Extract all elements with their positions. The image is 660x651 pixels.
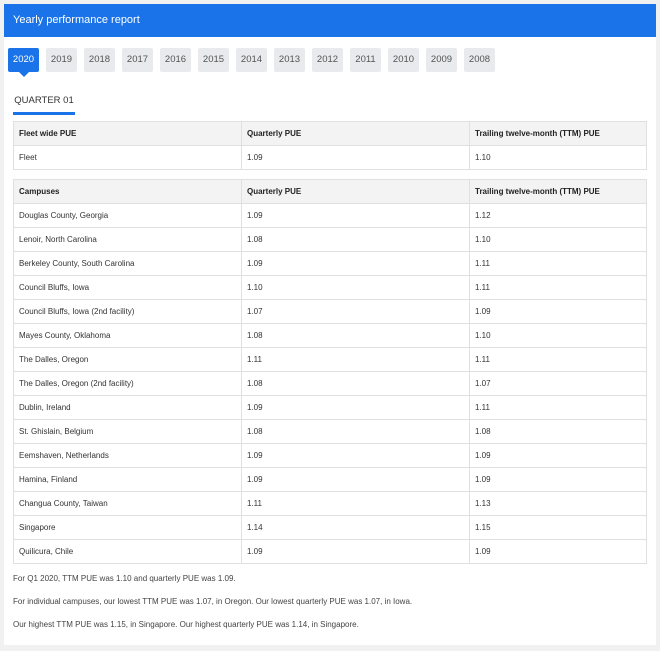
- table-cell: Dublin, Ireland: [13, 395, 242, 420]
- table-cell: 1.11: [469, 251, 647, 276]
- table-cell: The Dalles, Oregon: [13, 347, 242, 372]
- tab-year-2014[interactable]: 2014: [236, 48, 267, 72]
- tab-year-2009[interactable]: 2009: [426, 48, 457, 72]
- campus-table: Campuses Quarterly PUE Trailing twelve-mon…: [13, 179, 647, 564]
- tab-year-2018[interactable]: 2018: [84, 48, 115, 72]
- table-cell: 1.09: [469, 443, 647, 468]
- table-cell: Eemshaven, Netherlands: [13, 443, 242, 468]
- summary-note: For Q1 2020, TTM PUE was 1.10 and quarte…: [13, 574, 236, 583]
- table-cell: 1.07: [469, 371, 647, 396]
- column-header: Trailing twelve-month (TTM) PUE: [469, 179, 647, 204]
- table-cell: Quilicura, Chile: [13, 539, 242, 564]
- table-cell: 1.09: [241, 443, 470, 468]
- page-title: Yearly performance report: [4, 4, 656, 37]
- table-cell: 1.09: [241, 467, 470, 492]
- table-row: Berkeley County, South Carolina 1.09 1.11: [13, 251, 647, 276]
- table-row: Douglas County, Georgia 1.09 1.12: [13, 203, 647, 228]
- table-cell: 1.10: [469, 145, 647, 170]
- table-cell: 1.11: [241, 347, 470, 372]
- table-cell: 1.14: [241, 515, 470, 540]
- table-cell: 1.10: [469, 323, 647, 348]
- table-cell: 1.09: [469, 539, 647, 564]
- tab-quarter-01[interactable]: QUARTER 01: [13, 92, 75, 115]
- table-cell: 1.11: [241, 491, 470, 516]
- table-row: Changua County, Taiwan 1.11 1.13: [13, 491, 647, 516]
- fleet-table: Fleet wide PUE Quarterly PUE Trailing twel…: [13, 121, 647, 170]
- tab-year-2012[interactable]: 2012: [312, 48, 343, 72]
- table-cell: 1.08: [469, 419, 647, 444]
- table-cell: 1.13: [469, 491, 647, 516]
- table-cell: St. Ghislain, Belgium: [13, 419, 242, 444]
- table-cell: 1.08: [241, 323, 470, 348]
- table-cell: Lenoir, North Carolina: [13, 227, 242, 252]
- table-cell: 1.11: [469, 395, 647, 420]
- table-row: Council Bluffs, Iowa 1.10 1.11: [13, 275, 647, 300]
- table-cell: 1.08: [241, 371, 470, 396]
- tab-year-2013[interactable]: 2013: [274, 48, 305, 72]
- table-cell: 1.11: [469, 275, 647, 300]
- table-cell: Council Bluffs, Iowa (2nd facility): [13, 299, 242, 324]
- table-cell: 1.10: [241, 275, 470, 300]
- table-cell: Singapore: [13, 515, 242, 540]
- table-row: The Dalles, Oregon 1.11 1.11: [13, 347, 647, 372]
- table-cell: 1.09: [241, 395, 470, 420]
- tab-year-2010[interactable]: 2010: [388, 48, 419, 72]
- report-card: Yearly performance report 2020 2019 2018 20…: [4, 4, 656, 645]
- table-row: Lenoir, North Carolina 1.08 1.10: [13, 227, 647, 252]
- table-cell: 1.07: [241, 299, 470, 324]
- table-row: The Dalles, Oregon (2nd facility) 1.08 1.0…: [13, 371, 647, 396]
- table-cell: 1.08: [241, 227, 470, 252]
- tab-year-2008[interactable]: 2008: [464, 48, 495, 72]
- summary-notes: For Q1 2020, TTM PUE was 1.10 and quarte…: [13, 574, 412, 643]
- summary-note: For individual campuses, our lowest TTM …: [13, 597, 413, 606]
- table-row: Hamina, Finland 1.09 1.09: [13, 467, 647, 492]
- table-cell: Douglas County, Georgia: [13, 203, 242, 228]
- table-row: Dublin, Ireland 1.09 1.11: [13, 395, 647, 420]
- table-cell: 1.09: [469, 299, 647, 324]
- table-row: Council Bluffs, Iowa (2nd facility) 1.07 1…: [13, 299, 647, 324]
- table-cell: Fleet: [13, 145, 242, 170]
- table-row: Fleet 1.09 1.10: [13, 145, 647, 170]
- tab-year-2015[interactable]: 2015: [198, 48, 229, 72]
- table-cell: 1.11: [469, 347, 647, 372]
- table-cell: The Dalles, Oregon (2nd facility): [13, 371, 242, 396]
- table-header-row: Campuses Quarterly PUE Trailing twelve-mon…: [13, 179, 647, 204]
- table-cell: Mayes County, Oklahoma: [13, 323, 242, 348]
- table-cell: 1.12: [469, 203, 647, 228]
- column-header: Campuses: [13, 179, 242, 204]
- table-cell: Hamina, Finland: [13, 467, 242, 492]
- column-header: Fleet wide PUE: [13, 121, 242, 146]
- column-header: Quarterly PUE: [241, 121, 470, 146]
- table-cell: 1.09: [469, 467, 647, 492]
- table-cell: 1.15: [469, 515, 647, 540]
- tab-year-2017[interactable]: 2017: [122, 48, 153, 72]
- table-cell: Council Bluffs, Iowa: [13, 275, 242, 300]
- table-row: Quilicura, Chile 1.09 1.09: [13, 539, 647, 564]
- table-cell: 1.09: [241, 145, 470, 170]
- year-tabs: 2020 2019 2018 2017 2016 2015 2014 2013 2012 2011…: [8, 48, 495, 77]
- tab-year-2019[interactable]: 2019: [46, 48, 77, 72]
- table-header-row: Fleet wide PUE Quarterly PUE Trailing twel…: [13, 121, 647, 146]
- tab-year-2011[interactable]: 2011: [350, 48, 381, 72]
- table-cell: 1.08: [241, 419, 470, 444]
- table-cell: 1.09: [241, 539, 470, 564]
- table-cell: 1.09: [241, 251, 470, 276]
- table-cell: Berkeley County, South Carolina: [13, 251, 242, 276]
- tab-year-2016[interactable]: 2016: [160, 48, 191, 72]
- summary-note: Our highest TTM PUE was 1.15, in Singapo…: [13, 620, 359, 629]
- tab-year-2020[interactable]: 2020: [8, 48, 39, 77]
- table-row: Singapore 1.14 1.15: [13, 515, 647, 540]
- table-cell: 1.09: [241, 203, 470, 228]
- table-row: Mayes County, Oklahoma 1.08 1.10: [13, 323, 647, 348]
- table-cell: Changua County, Taiwan: [13, 491, 242, 516]
- table-row: Eemshaven, Netherlands 1.09 1.09: [13, 443, 647, 468]
- column-header: Trailing twelve-month (TTM) PUE: [469, 121, 647, 146]
- column-header: Quarterly PUE: [241, 179, 470, 204]
- table-cell: 1.10: [469, 227, 647, 252]
- table-row: St. Ghislain, Belgium 1.08 1.08: [13, 419, 647, 444]
